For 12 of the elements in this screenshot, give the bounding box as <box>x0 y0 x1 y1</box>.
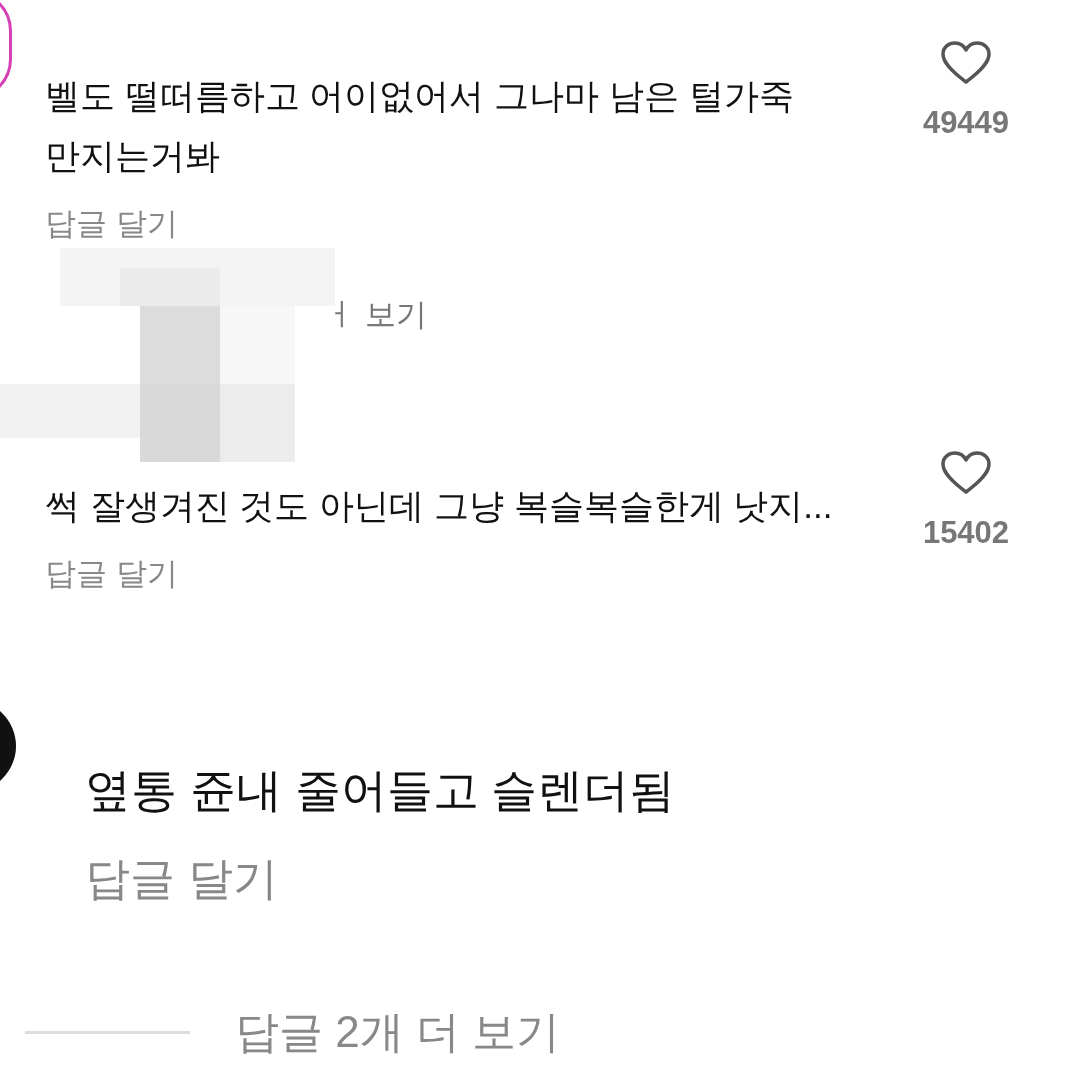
reply-link[interactable]: 답글 달기 <box>85 849 278 909</box>
comment-text: 썩 잘생겨진 것도 아닌데 그냥 복슬복슬한게 낫지... <box>45 485 834 527</box>
like-count: 15402 <box>922 514 1010 552</box>
like-count: 49449 <box>922 104 1010 142</box>
comment-text: 옆통 쥰내 줄어들고 슬렌더됨 <box>85 763 676 818</box>
reply-link[interactable]: 답글 달기 <box>45 204 178 244</box>
more-replies-link[interactable]: ㅓ 보기 <box>325 292 427 339</box>
reply-link[interactable]: 답글 달기 <box>45 554 178 594</box>
comment-text: 벨도 떨떠름하고 어이없어서 그나마 남은 털가죽 만지는거봐 <box>45 75 795 177</box>
heart-icon[interactable] <box>940 40 992 86</box>
more-replies-link[interactable]: 답글 2개 더 보기 <box>235 1004 561 1060</box>
heart-icon[interactable] <box>940 450 992 496</box>
